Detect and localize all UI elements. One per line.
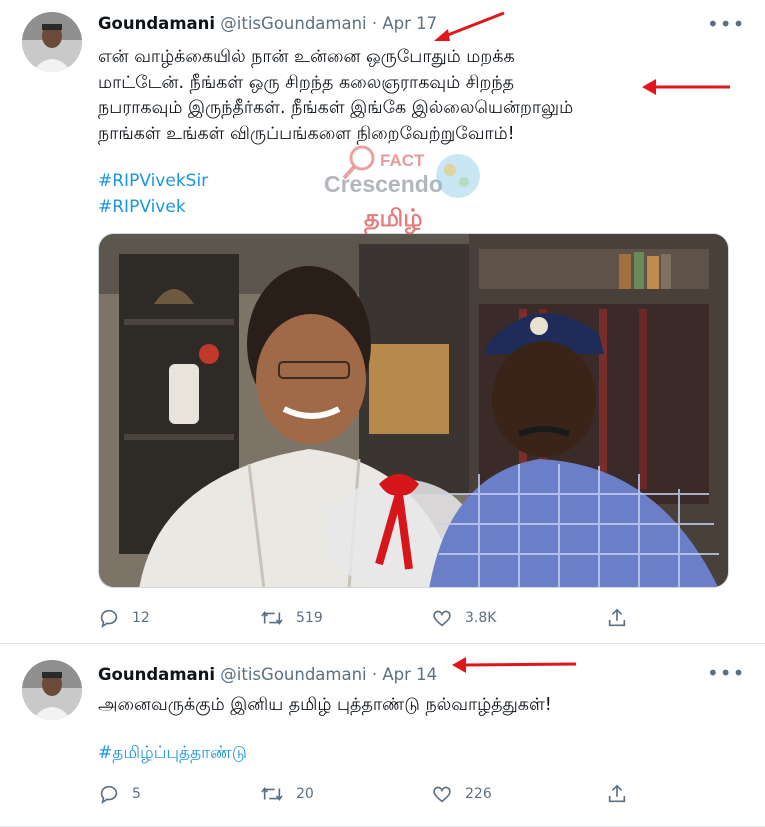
tweet-text-line: அனைவருக்கும் இனிய தமிழ் புத்தாண்டு நல்வா…: [98, 695, 552, 715]
reply-icon: [100, 785, 118, 805]
tweet-2[interactable]: Goundamani @itisGoundamani · Apr 14 ••• …: [0, 645, 765, 827]
share-button[interactable]: [606, 781, 628, 807]
tweet-header: Goundamani @itisGoundamani · Apr 14: [98, 664, 437, 686]
retweet-button[interactable]: 20: [260, 781, 314, 807]
tweet-1[interactable]: Goundamani @itisGoundamani · Apr 17 ••• …: [0, 0, 765, 644]
avatar[interactable]: [22, 12, 82, 72]
author-name[interactable]: Goundamani: [98, 14, 215, 33]
heart-icon: [433, 786, 451, 803]
reply-button[interactable]: 5: [98, 781, 141, 807]
like-button[interactable]: 3.8K: [431, 605, 496, 631]
tweet-text: அனைவருக்கும் இனிய தமிழ் புத்தாண்டு நல்வா…: [98, 693, 678, 719]
retweet-button[interactable]: 519: [260, 605, 323, 631]
like-count: 226: [465, 786, 492, 802]
tweet-header: Goundamani @itisGoundamani · Apr 17: [98, 13, 437, 35]
avatar[interactable]: [22, 660, 82, 720]
share-button[interactable]: [606, 605, 628, 631]
retweet-count: 519: [296, 610, 323, 626]
tweet-text-line: என் வாழ்க்கையில் நான் உன்னை ஒருபோதும் மற…: [98, 47, 515, 67]
retweet-count: 20: [296, 786, 314, 802]
tweet-actions: 5 20 226: [98, 781, 638, 807]
reply-count: 5: [132, 786, 141, 802]
tweet-date[interactable]: Apr 17: [382, 14, 437, 33]
tweet-actions: 12 519 3.8K: [98, 605, 638, 631]
tweet-date[interactable]: Apr 14: [382, 665, 437, 684]
retweet-icon: [261, 611, 283, 625]
reply-count: 12: [132, 610, 150, 626]
reply-button[interactable]: 12: [98, 605, 150, 631]
more-options-icon[interactable]: •••: [707, 14, 744, 40]
author-handle[interactable]: @itisGoundamani: [220, 665, 366, 684]
tweet-text-line: மாட்டேன். நீங்கள் ஒரு சிறந்த கலைஞராகவும்…: [98, 72, 515, 93]
author-name[interactable]: Goundamani: [98, 665, 215, 684]
tweet-text-line: நாங்கள் உங்கள் விருப்பங்களை நிறைவேற்றுவோ…: [98, 123, 515, 144]
heart-icon: [433, 610, 451, 627]
author-handle[interactable]: @itisGoundamani: [220, 14, 366, 33]
retweet-icon: [261, 787, 283, 801]
tweet-text-line: நபராகவும் இருந்தீர்கள். நீங்கள் இங்கே இல…: [98, 98, 574, 118]
separator: ·: [371, 665, 378, 684]
tweet-text: என் வாழ்க்கையில் நான் உன்னை ஒருபோதும் மற…: [98, 45, 678, 147]
share-icon: [608, 608, 626, 627]
hashtag-link[interactable]: #RIPVivekSir: [98, 169, 208, 194]
tweet-photo[interactable]: [98, 233, 729, 588]
reply-icon: [100, 609, 118, 629]
share-icon: [608, 784, 626, 803]
separator: ·: [371, 14, 378, 33]
like-count: 3.8K: [465, 610, 497, 626]
hashtag-link[interactable]: #RIPVivek: [98, 195, 186, 220]
more-options-icon[interactable]: •••: [707, 663, 744, 689]
hashtag-link[interactable]: #தமிழ்ப்புத்தாண்டு: [98, 741, 247, 766]
like-button[interactable]: 226: [431, 781, 492, 807]
